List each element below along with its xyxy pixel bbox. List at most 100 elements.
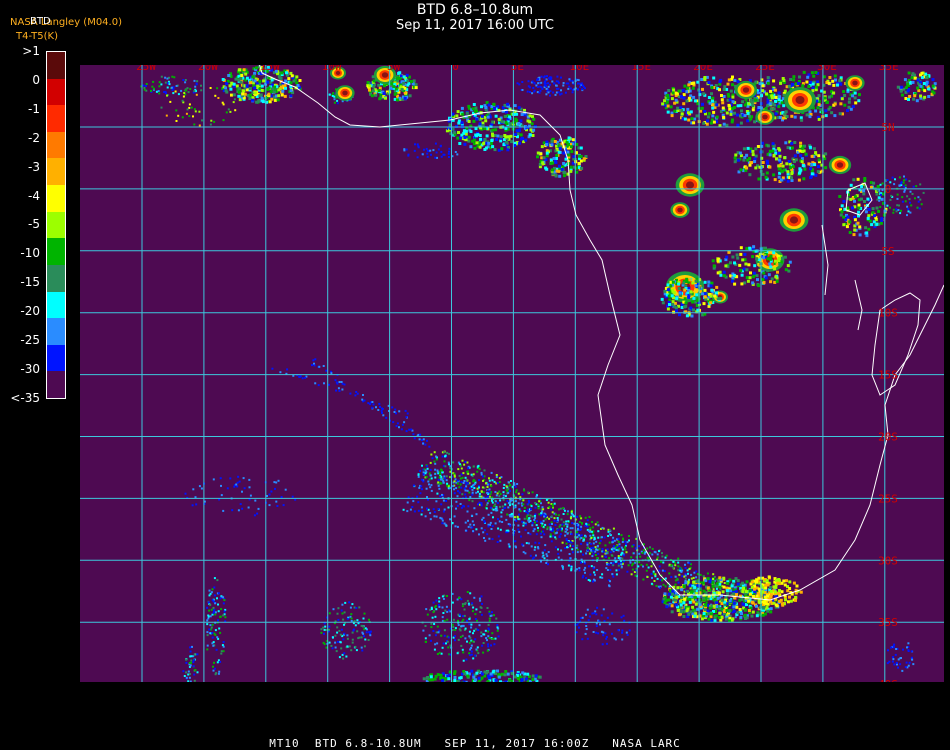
cloud-pixel xyxy=(615,569,618,572)
cloud-pixel xyxy=(391,406,394,409)
cloud-pixel xyxy=(566,150,570,154)
cloud-pixel xyxy=(457,490,459,493)
cloud-pixel xyxy=(863,200,866,203)
cloud-pixel xyxy=(143,86,146,89)
cloud-pixel xyxy=(473,146,477,150)
cloud-pixel xyxy=(543,80,546,83)
cloud-pixel xyxy=(164,92,167,95)
cloud-pixel xyxy=(862,192,866,196)
cloud-pixel xyxy=(736,104,740,108)
cloud-pixel xyxy=(527,80,530,83)
cloud-pixel xyxy=(435,608,438,611)
cloud-pixel xyxy=(748,163,752,167)
cloud-pixel xyxy=(394,408,397,411)
cloud-pixel xyxy=(312,359,315,362)
cloud-pixel xyxy=(544,523,547,526)
cloud-pixel xyxy=(517,492,520,495)
cloud-pixel xyxy=(435,500,438,503)
cloud-pixel xyxy=(756,278,759,282)
cloud-pixel xyxy=(480,595,483,598)
cloud-pixel xyxy=(446,451,449,454)
cloud-pixel xyxy=(338,656,341,659)
cloud-pixel xyxy=(712,604,716,608)
cloud-pixel xyxy=(232,93,236,97)
cloud-pixel xyxy=(745,580,749,584)
cloud-pixel xyxy=(918,207,921,210)
cloud-pixel xyxy=(761,161,765,164)
cloud-pixel xyxy=(731,100,735,104)
cloud-pixel xyxy=(907,210,910,213)
cloud-pixel xyxy=(491,120,495,124)
cloud-pixel xyxy=(460,106,464,110)
cloud-pixel xyxy=(454,639,456,642)
cloud-pixel xyxy=(491,479,494,482)
cloud-pixel xyxy=(408,94,412,98)
cloud-pixel xyxy=(757,106,761,109)
cloud-pixel xyxy=(683,297,687,301)
cloud-pixel xyxy=(798,75,801,79)
cloud-pixel xyxy=(521,136,524,140)
cloud-pixel xyxy=(601,536,603,539)
cloud-pixel xyxy=(914,197,916,200)
cloud-pixel xyxy=(194,110,197,113)
cloud-pixel xyxy=(707,612,710,616)
cloud-pixel xyxy=(746,111,750,115)
cloud-pixel xyxy=(702,575,705,578)
cloud-pixel xyxy=(529,519,532,522)
cloud-pixel xyxy=(661,552,663,555)
cloud-pixel xyxy=(742,158,746,162)
cloud-pixel xyxy=(527,491,530,494)
cloud-pixel xyxy=(545,143,549,146)
cloud-pixel xyxy=(916,86,920,90)
cloud-pixel xyxy=(588,565,590,568)
cloud-pixel xyxy=(906,205,909,208)
cloud-pixel xyxy=(479,599,482,602)
cloud-pixel xyxy=(229,87,233,91)
cloud-pixel xyxy=(478,486,480,489)
cloud-pixel xyxy=(768,102,772,106)
cloud-pixel xyxy=(722,115,726,119)
cloud-pixel xyxy=(667,592,671,596)
cloud-pixel xyxy=(426,496,428,498)
cloud-pixel xyxy=(646,576,649,578)
cloud-pixel xyxy=(817,154,821,158)
cloud-pixel xyxy=(739,121,743,125)
cloud-pixel xyxy=(711,106,715,110)
cloud-pixel xyxy=(554,160,558,164)
cloud-pixel xyxy=(538,500,541,503)
cloud-pixel xyxy=(590,542,593,545)
cloud-pixel xyxy=(668,572,671,575)
cloud-pixel xyxy=(864,226,868,230)
cloud-pixel xyxy=(538,91,541,94)
cloud-pixel xyxy=(878,199,881,202)
cloud-pixel xyxy=(612,575,615,578)
cloud-pixel xyxy=(491,128,495,132)
cloud-pixel xyxy=(664,585,667,588)
cloud-pixel xyxy=(880,218,884,222)
cloud-pixel xyxy=(424,625,427,627)
cloud-pixel xyxy=(902,185,905,188)
cloud-pixel xyxy=(824,114,828,118)
cloud-pixel xyxy=(471,520,474,523)
cloud-pixel xyxy=(770,94,774,98)
cloud-pixel xyxy=(721,590,725,594)
cloud-pixel xyxy=(464,493,467,496)
cloud-pixel xyxy=(426,613,429,616)
storm-cell xyxy=(742,87,750,93)
cloud-pixel xyxy=(772,173,776,177)
cloud-pixel xyxy=(501,505,504,508)
cloud-pixel xyxy=(899,89,903,93)
legend-swatch xyxy=(47,185,65,213)
cloud-pixel xyxy=(686,111,690,115)
cloud-pixel xyxy=(725,589,729,593)
cloud-pixel xyxy=(802,70,806,74)
cloud-pixel xyxy=(480,613,483,616)
cloud-pixel xyxy=(251,98,254,102)
cloud-pixel xyxy=(823,96,827,100)
cloud-pixel xyxy=(709,284,713,288)
cloud-pixel xyxy=(699,573,702,576)
cloud-pixel xyxy=(257,99,261,103)
cloud-pixel xyxy=(429,149,432,152)
cloud-pixel xyxy=(906,214,908,217)
cloud-pixel xyxy=(832,91,836,95)
